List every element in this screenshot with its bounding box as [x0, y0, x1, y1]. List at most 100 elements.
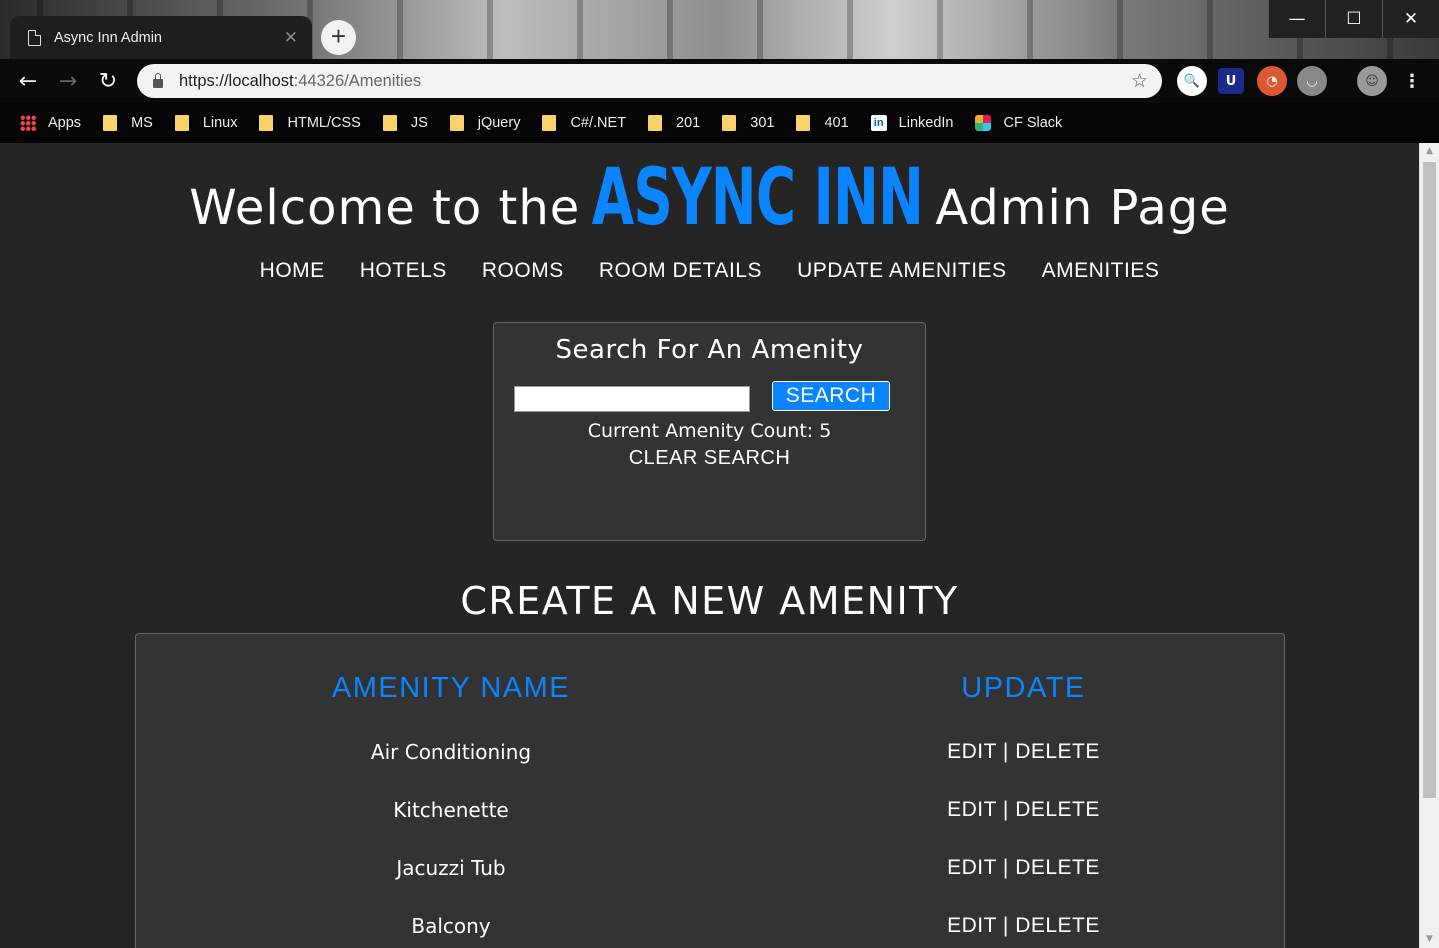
column-header-name: AMENITY NAME	[331, 672, 571, 704]
folder-icon	[542, 115, 557, 131]
folder-icon	[449, 115, 464, 131]
column-header-update: UPDATE	[961, 672, 1086, 704]
bookmark-linux[interactable]: Linux	[174, 115, 237, 131]
bookmark-cf-slack[interactable]: CF Slack	[975, 115, 1062, 131]
reload-icon[interactable]: ↻	[94, 67, 122, 95]
row-actions: EDIT | DELETE	[736, 856, 1311, 880]
amenity-name: Jacuzzi Tub	[396, 856, 506, 880]
nav-home[interactable]: HOME	[260, 259, 325, 282]
browser-chrome: Async Inn Admin ✕ + — ☐ ✕ ← → ↻ https://…	[0, 0, 1439, 143]
bookmark-201[interactable]: 201	[648, 115, 700, 131]
delete-link[interactable]: DELETE	[1015, 740, 1100, 763]
apps-grid-icon	[20, 115, 36, 131]
delete-link[interactable]: DELETE	[1015, 914, 1100, 937]
tab-title: Async Inn Admin	[54, 29, 162, 46]
folder-icon	[259, 115, 274, 131]
amenities-table: AMENITY NAME UPDATE Air Conditioning EDI…	[135, 633, 1285, 948]
browser-tab[interactable]: Async Inn Admin ✕	[10, 16, 312, 59]
separator: |	[996, 856, 1016, 879]
menu-dots-icon[interactable]: ⋮	[1397, 66, 1427, 96]
row-actions: EDIT | DELETE	[736, 914, 1311, 938]
scroll-thumb[interactable]	[1423, 162, 1436, 798]
address-bar[interactable]: https://localhost:44326/Amenities ☆	[137, 64, 1162, 98]
forward-arrow-icon[interactable]: →	[54, 67, 82, 95]
separator: |	[996, 740, 1016, 763]
nav-update-amenities[interactable]: UPDATE AMENITIES	[797, 259, 1006, 282]
folder-icon	[648, 115, 663, 131]
table-row: Kitchenette EDIT | DELETE	[136, 798, 1286, 838]
amenity-name: Air Conditioning	[370, 740, 532, 764]
search-title: Search For An Amenity	[555, 335, 864, 365]
page-scrollbar[interactable]: ▲ ▼	[1419, 143, 1439, 948]
delete-link[interactable]: DELETE	[1015, 856, 1100, 879]
edit-link[interactable]: EDIT	[947, 798, 996, 821]
window-controls: — ☐ ✕	[1268, 0, 1439, 38]
duckduckgo-icon[interactable]: ◔	[1257, 66, 1287, 96]
folder-icon	[103, 115, 118, 131]
slack-icon	[975, 115, 992, 131]
scroll-down-icon[interactable]: ▼	[1420, 931, 1439, 948]
search-button[interactable]: SEARCH	[772, 381, 890, 411]
folder-icon	[796, 115, 811, 131]
nav-amenities[interactable]: AMENITIES	[1042, 259, 1160, 282]
search-input[interactable]	[514, 386, 750, 412]
delete-link[interactable]: DELETE	[1015, 798, 1100, 821]
nav-room-details[interactable]: ROOM DETAILS	[599, 259, 762, 282]
nav-hotels[interactable]: HOTELS	[360, 259, 447, 282]
row-actions: EDIT | DELETE	[736, 798, 1311, 822]
profile-avatar[interactable]: ☺	[1357, 66, 1387, 96]
page-icon	[28, 29, 41, 46]
minimize-button[interactable]: —	[1268, 0, 1325, 38]
separator: |	[996, 798, 1016, 821]
amenity-name: Kitchenette	[393, 798, 509, 822]
table-row: Balcony EDIT | DELETE	[136, 914, 1286, 948]
folder-icon	[722, 115, 737, 131]
clear-search-link[interactable]: CLEAR SEARCH	[494, 447, 925, 470]
edit-link[interactable]: EDIT	[947, 856, 996, 879]
lock-icon	[153, 72, 163, 88]
page-content: Welcome to the ASYNC INN Admin Page HOME…	[0, 143, 1419, 948]
ghost-extension-icon[interactable]: ◡	[1297, 66, 1327, 96]
separator: |	[996, 914, 1016, 937]
maximize-button[interactable]: ☐	[1325, 0, 1382, 38]
bookmark-301[interactable]: 301	[722, 115, 774, 131]
u-extension-icon[interactable]: U	[1218, 68, 1244, 94]
new-tab-button[interactable]: +	[321, 20, 356, 55]
brand-logo-text: ASYNC INN	[592, 153, 924, 243]
search-panel: Search For An Amenity SEARCH Current Ame…	[493, 322, 926, 541]
folder-icon	[382, 115, 397, 131]
bookmark-csharp-net[interactable]: C#/.NET	[542, 115, 626, 131]
row-actions: EDIT | DELETE	[736, 740, 1311, 764]
page-title: Welcome to the ASYNC INN Admin Page	[0, 153, 1419, 243]
tab-close-icon[interactable]: ✕	[284, 28, 298, 48]
bookmark-html-css[interactable]: HTML/CSS	[259, 115, 361, 131]
edit-link[interactable]: EDIT	[947, 914, 996, 937]
search-extension-icon[interactable]: 🔍	[1177, 66, 1207, 96]
bookmark-js[interactable]: JS	[382, 115, 428, 131]
bookmark-401[interactable]: 401	[796, 115, 849, 131]
welcome-text: Welcome to the	[189, 180, 581, 236]
table-row: Air Conditioning EDIT | DELETE	[136, 740, 1286, 780]
bookmark-apps[interactable]: Apps	[20, 115, 81, 131]
main-nav: HOME HOTELS ROOMS ROOM DETAILS UPDATE AM…	[0, 259, 1419, 283]
bookmarks-bar: Apps MS Linux HTML/CSS JS jQuery C#/.NET…	[0, 103, 1439, 143]
admin-page-text: Admin Page	[935, 180, 1230, 236]
amenity-name: Balcony	[411, 914, 491, 938]
close-window-button[interactable]: ✕	[1382, 0, 1439, 38]
nav-rooms[interactable]: ROOMS	[482, 259, 564, 282]
bookmark-star-icon[interactable]: ☆	[1131, 70, 1148, 92]
url-text: https://localhost:44326/Amenities	[179, 71, 422, 90]
folder-icon	[174, 115, 189, 131]
back-arrow-icon[interactable]: ←	[14, 67, 42, 95]
browser-toolbar: ← → ↻ https://localhost:44326/Amenities …	[0, 59, 1439, 103]
scroll-up-icon[interactable]: ▲	[1420, 143, 1439, 160]
bookmark-jquery[interactable]: jQuery	[449, 115, 520, 131]
table-row: Jacuzzi Tub EDIT | DELETE	[136, 856, 1286, 896]
edit-link[interactable]: EDIT	[947, 740, 996, 763]
bookmark-linkedin[interactable]: in LinkedIn	[870, 115, 953, 131]
linkedin-icon: in	[870, 115, 887, 131]
bookmark-ms[interactable]: MS	[103, 115, 153, 131]
search-row: SEARCH	[514, 381, 894, 412]
create-amenity-link[interactable]: CREATE A NEW AMENITY	[0, 579, 1419, 623]
amenity-count: Current Amenity Count: 5	[587, 420, 832, 442]
